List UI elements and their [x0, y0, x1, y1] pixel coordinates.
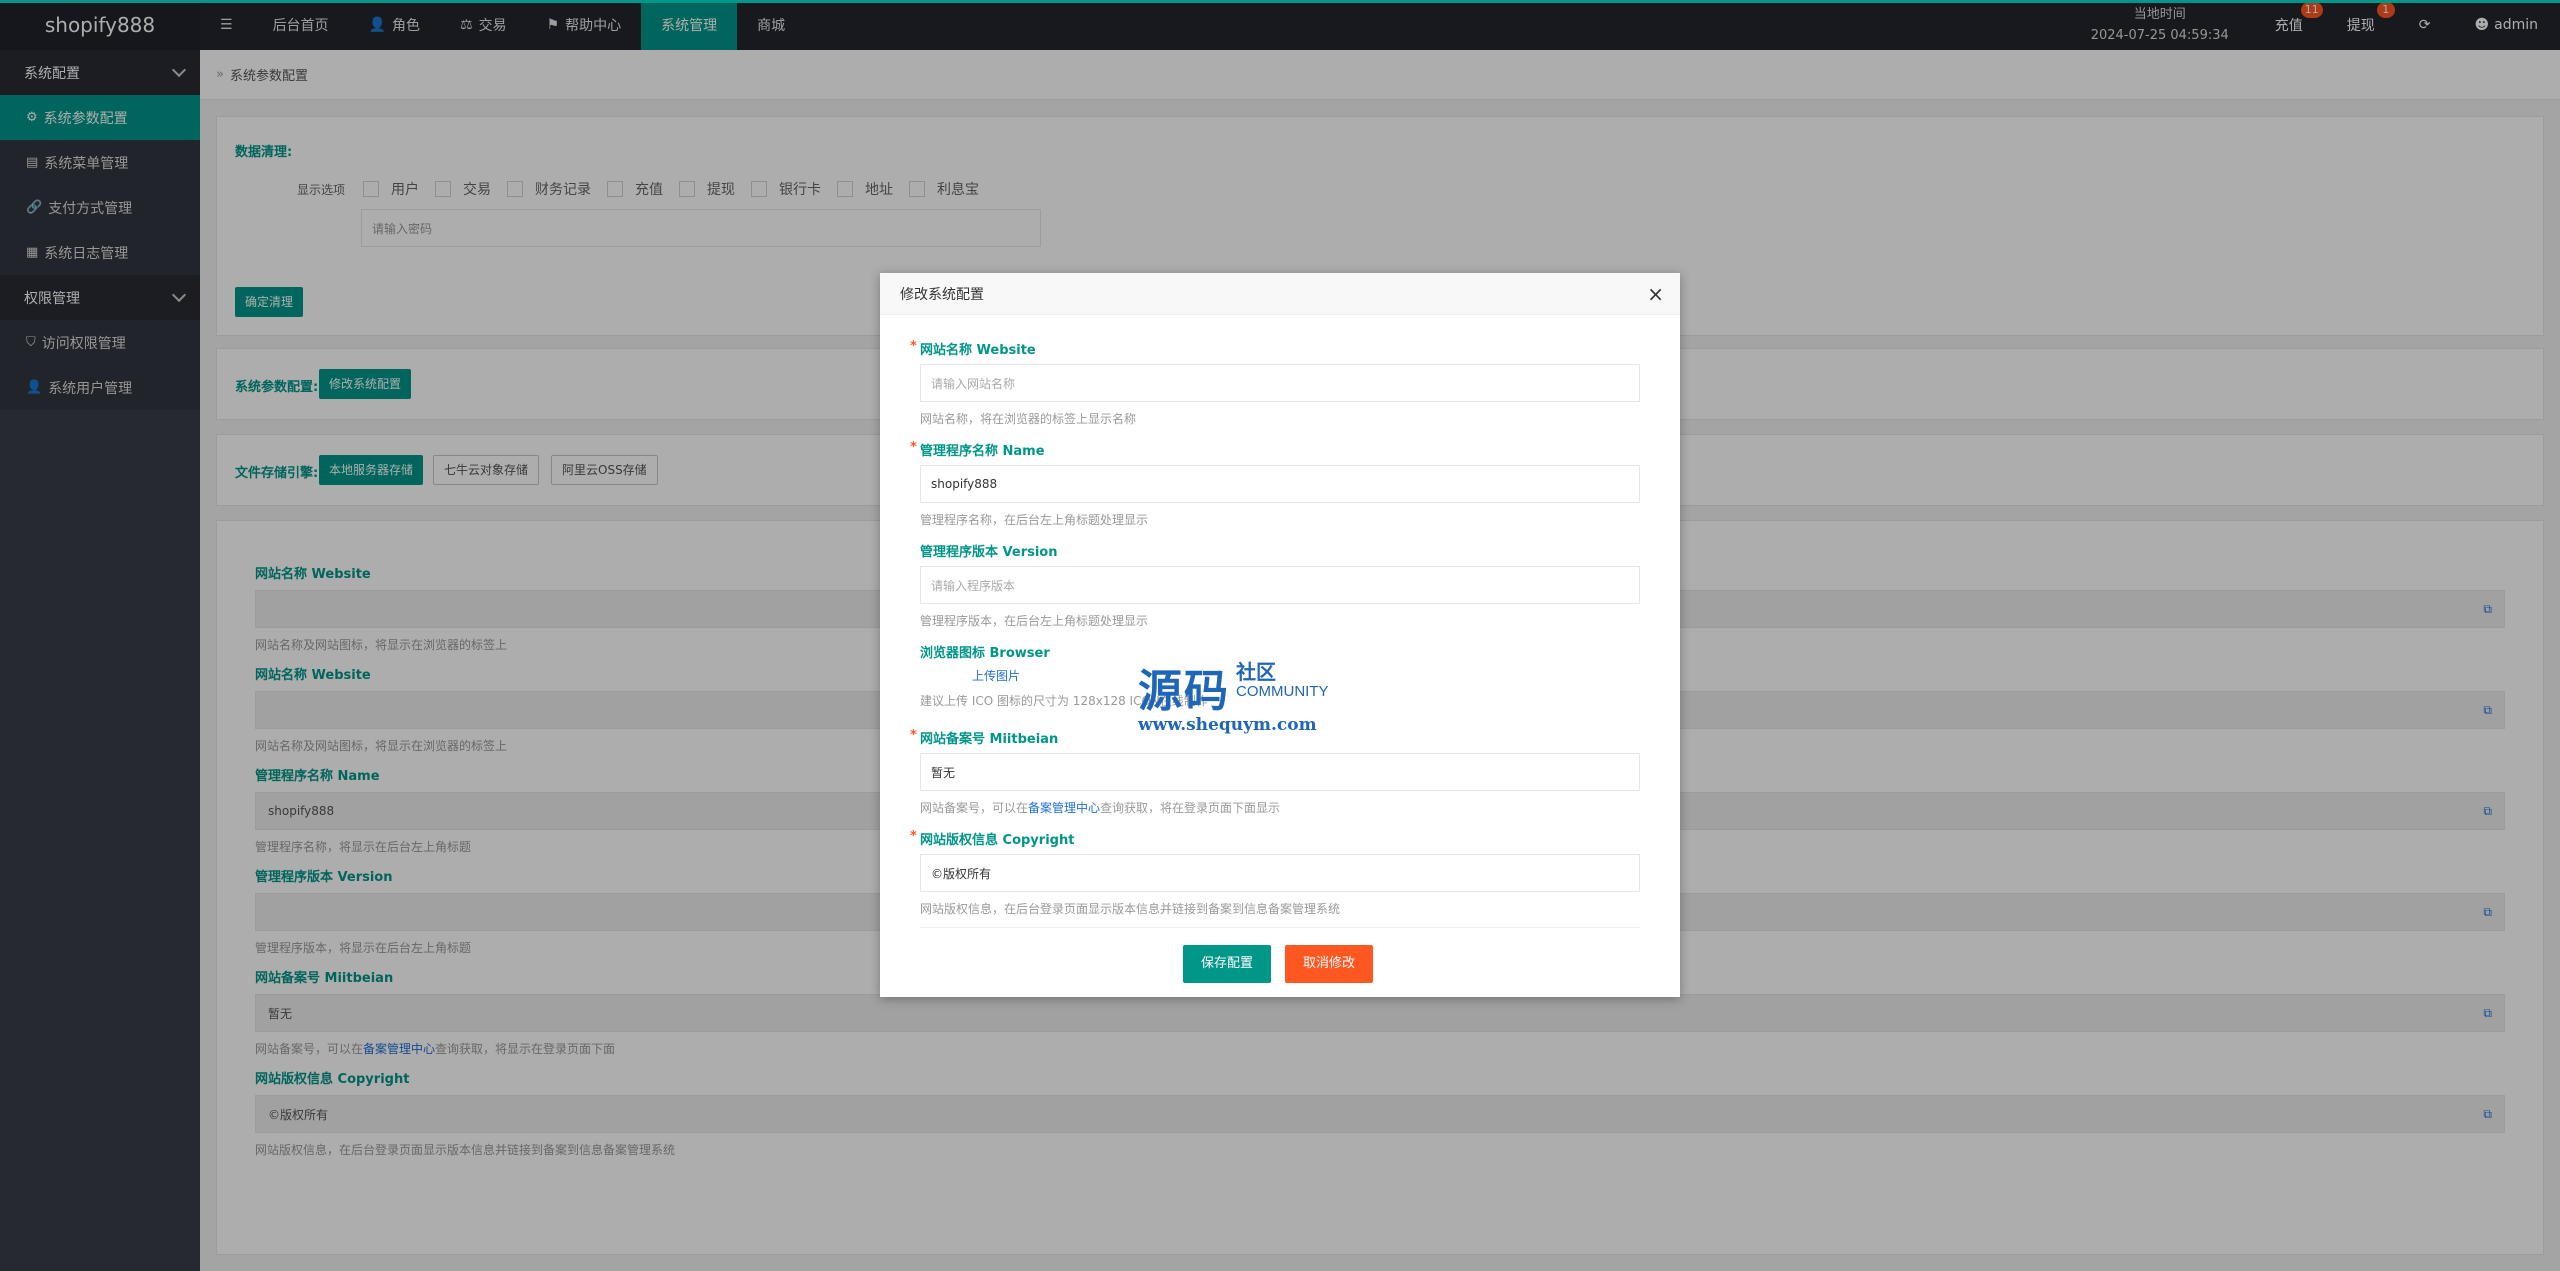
field-label: 管理程序版本 Version — [920, 545, 1058, 560]
website-name-input[interactable]: 请输入网站名称 — [920, 364, 1640, 402]
field-help: 网站版权信息，在后台登录页面显示版本信息并链接到备案到信息备案管理系统 — [920, 902, 1341, 916]
cancel-edit-button[interactable]: 取消修改 — [1285, 945, 1374, 983]
close-icon[interactable]: × — [1647, 282, 1664, 306]
label-text: 网站备案号 Miitbeian — [920, 732, 1059, 747]
top-accent-line — [0, 0, 2560, 3]
watermark-logo: 源码 社区 COMMUNITY www.shequym.com — [1138, 655, 1329, 735]
modal-field-app-name: * 管理程序名称 Name shopify888 管理程序名称，在后台左上角标题处… — [910, 440, 1640, 528]
modal-footer-divider — [920, 927, 1640, 928]
modal-field-app-version: 管理程序版本 Version 请输入程序版本 管理程序版本，在后台左上角标题处理… — [920, 541, 1640, 629]
watermark-community-text: COMMUNITY — [1236, 683, 1329, 700]
required-mark: * — [910, 829, 917, 844]
field-label: * 管理程序名称 Name — [910, 440, 1640, 459]
modal-field-website: * 网站名称 Website 请输入网站名称 网站名称，将在浏览器的标签上显示名称 — [910, 339, 1640, 427]
label-text: 网站名称 Website — [920, 343, 1036, 358]
miitbeian-input[interactable]: 暂无 — [920, 753, 1640, 791]
modal-field-miitbeian: * 网站备案号 Miitbeian 暂无 网站备案号，可以在备案管理中心查询获取，… — [910, 728, 1640, 816]
field-help: 网站备案号，可以在备案管理中心查询获取，将在登录页面下面显示 — [920, 799, 1640, 816]
edit-config-modal: 修改系统配置 × * 网站名称 Website 请输入网站名称 网站名称，将在浏览… — [880, 273, 1680, 997]
required-mark: * — [910, 440, 917, 455]
help-text: 查询获取，将在登录页面下面显示 — [1100, 801, 1281, 815]
app-name-input[interactable]: shopify888 — [920, 465, 1640, 503]
watermark-big-text: 源码 — [1138, 666, 1230, 717]
app-version-input[interactable]: 请输入程序版本 — [920, 566, 1640, 604]
required-mark: * — [910, 728, 917, 743]
modal-header: 修改系统配置 × — [880, 273, 1680, 315]
watermark-small-text: 社区 — [1236, 660, 1276, 684]
modal-title: 修改系统配置 — [900, 286, 984, 303]
help-text: 网站备案号，可以在 — [920, 801, 1029, 815]
copyright-input[interactable]: ©版权所有 — [920, 854, 1640, 892]
field-label: * 网站版权信息 Copyright — [910, 829, 1640, 848]
field-label: * 网站名称 Website — [910, 339, 1640, 358]
field-help: 网站名称，将在浏览器的标签上显示名称 — [920, 412, 1137, 426]
watermark-url: www.shequym.com — [1138, 715, 1317, 735]
watermark-right: 社区 COMMUNITY — [1236, 661, 1329, 701]
label-text: 管理程序名称 Name — [920, 444, 1045, 459]
save-config-button[interactable]: 保存配置 — [1183, 945, 1272, 983]
label-text: 网站版权信息 Copyright — [920, 833, 1075, 848]
field-help: 管理程序名称，在后台左上角标题处理显示 — [920, 513, 1149, 527]
beian-center-link[interactable]: 备案管理中心 — [1028, 801, 1100, 815]
field-help: 管理程序版本，在后台左上角标题处理显示 — [920, 614, 1149, 628]
modal-field-copyright: * 网站版权信息 Copyright ©版权所有 网站版权信息，在后台登录页面显示… — [910, 829, 1640, 917]
required-mark: * — [910, 339, 917, 354]
